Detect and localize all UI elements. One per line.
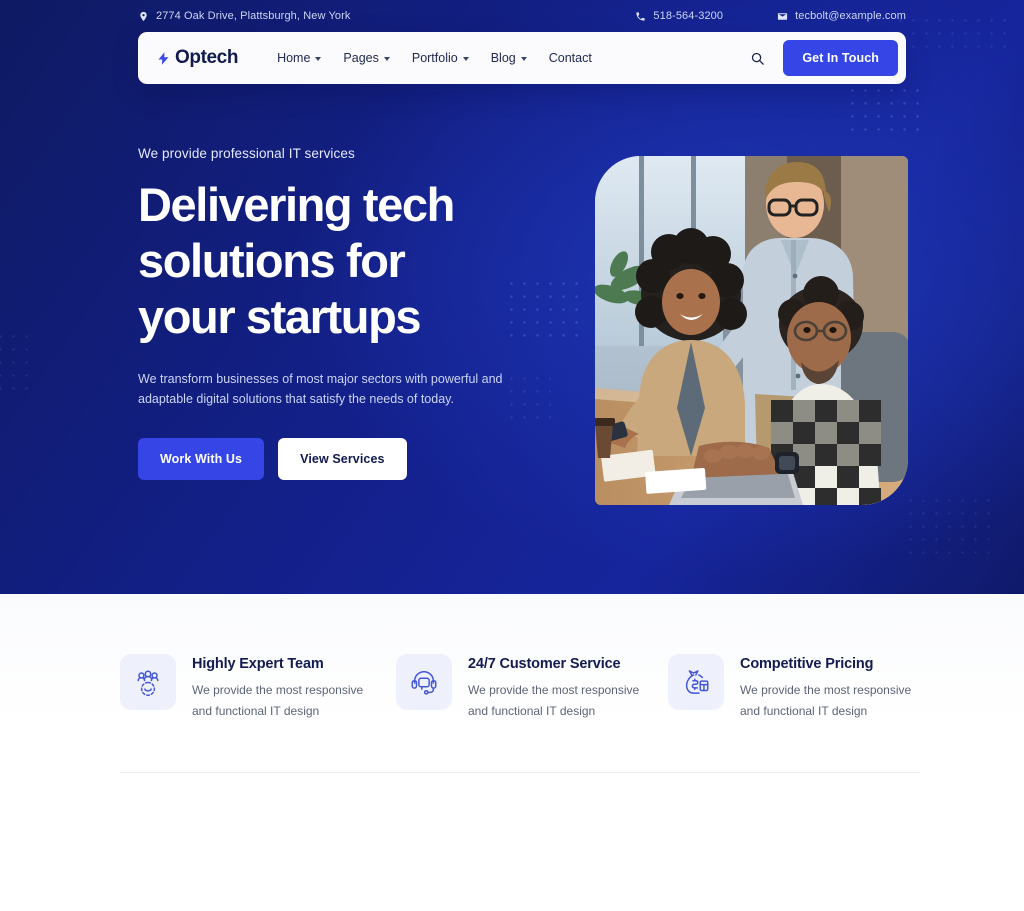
features-section: Highly Expert Team We provide the most r… bbox=[0, 594, 1024, 911]
hero-subtitle: We transform businesses of most major se… bbox=[138, 372, 503, 406]
search-icon[interactable] bbox=[745, 46, 769, 70]
lightning-bolt-icon bbox=[156, 49, 171, 68]
nav-item-label: Pages bbox=[343, 51, 379, 65]
nav-item-label: Home bbox=[277, 51, 311, 65]
phone-icon bbox=[635, 11, 646, 22]
nav-item-label: Blog bbox=[490, 51, 516, 65]
nav-item-portfolio[interactable]: Portfolio bbox=[401, 45, 480, 71]
feature-text: We provide the most responsive and funct… bbox=[740, 683, 912, 718]
address-item: 2774 Oak Drive, Plattsburgh, New York bbox=[138, 10, 350, 22]
nav-links: Home Pages Portfolio Blog Contact bbox=[266, 45, 603, 71]
hero-section: 2774 Oak Drive, Plattsburgh, New York 51… bbox=[0, 0, 1024, 594]
hero-title-line3: your startups bbox=[138, 290, 422, 343]
features-row: Highly Expert Team We provide the most r… bbox=[120, 654, 924, 722]
address-text: 2774 Oak Drive, Plattsburgh, New York bbox=[156, 10, 351, 22]
feature-title: 24/7 Customer Service bbox=[468, 656, 621, 672]
feature-card-customer-service: 24/7 Customer Service We provide the mos… bbox=[396, 654, 668, 722]
chevron-down-icon bbox=[520, 56, 527, 61]
nav-item-home[interactable]: Home bbox=[266, 45, 332, 71]
section-divider bbox=[120, 772, 920, 773]
chevron-down-icon bbox=[315, 56, 322, 61]
map-pin-icon bbox=[138, 11, 149, 22]
team-collaboration-photo bbox=[595, 156, 908, 505]
logo-text: Optech bbox=[175, 47, 239, 68]
phone-item[interactable]: 518-564-3200 bbox=[635, 10, 723, 22]
feature-title: Competitive Pricing bbox=[740, 656, 874, 672]
hero-image bbox=[595, 156, 908, 505]
hero-title: Delivering tech solutions for your start… bbox=[138, 177, 558, 345]
feature-card-competitive-pricing: Competitive Pricing We provide the most … bbox=[668, 654, 918, 722]
nav-item-label: Contact bbox=[548, 51, 592, 65]
hero-eyebrow: We provide professional IT services bbox=[138, 146, 355, 161]
feature-text: We provide the most responsive and funct… bbox=[192, 683, 364, 718]
hero-title-line1: Delivering tech bbox=[138, 178, 455, 231]
view-services-button[interactable]: View Services bbox=[278, 438, 407, 480]
email-text: tecbolt@example.com bbox=[795, 10, 906, 22]
nav-item-blog[interactable]: Blog bbox=[480, 45, 538, 71]
nav-item-label: Portfolio bbox=[411, 51, 458, 65]
envelope-icon bbox=[777, 11, 788, 22]
chevron-down-icon bbox=[462, 56, 469, 61]
main-navigation-bar: Optech Home Pages Portfolio Blog Contact… bbox=[138, 32, 906, 84]
nav-item-pages[interactable]: Pages bbox=[332, 45, 400, 71]
top-contact-bar: 2774 Oak Drive, Plattsburgh, New York 51… bbox=[0, 0, 1024, 32]
nav-item-contact[interactable]: Contact bbox=[538, 45, 603, 71]
dot-pattern-decoration bbox=[904, 494, 994, 554]
chevron-down-icon bbox=[383, 56, 390, 61]
hero-buttons: Work With Us View Services bbox=[138, 438, 558, 480]
phone-text: 518-564-3200 bbox=[653, 10, 724, 22]
team-gear-icon bbox=[120, 654, 176, 710]
headset-support-icon bbox=[396, 654, 452, 710]
get-in-touch-button[interactable]: Get In Touch bbox=[783, 40, 898, 76]
email-item[interactable]: tecbolt@example.com bbox=[777, 10, 906, 22]
money-bag-icon bbox=[668, 654, 724, 710]
logo[interactable]: Optech bbox=[156, 47, 238, 69]
feature-card-expert-team: Highly Expert Team We provide the most r… bbox=[120, 654, 396, 722]
hero-title-line2: solutions for bbox=[138, 234, 406, 287]
work-with-us-button[interactable]: Work With Us bbox=[138, 438, 265, 480]
feature-text: We provide the most responsive and funct… bbox=[468, 683, 640, 718]
feature-title: Highly Expert Team bbox=[192, 656, 324, 672]
